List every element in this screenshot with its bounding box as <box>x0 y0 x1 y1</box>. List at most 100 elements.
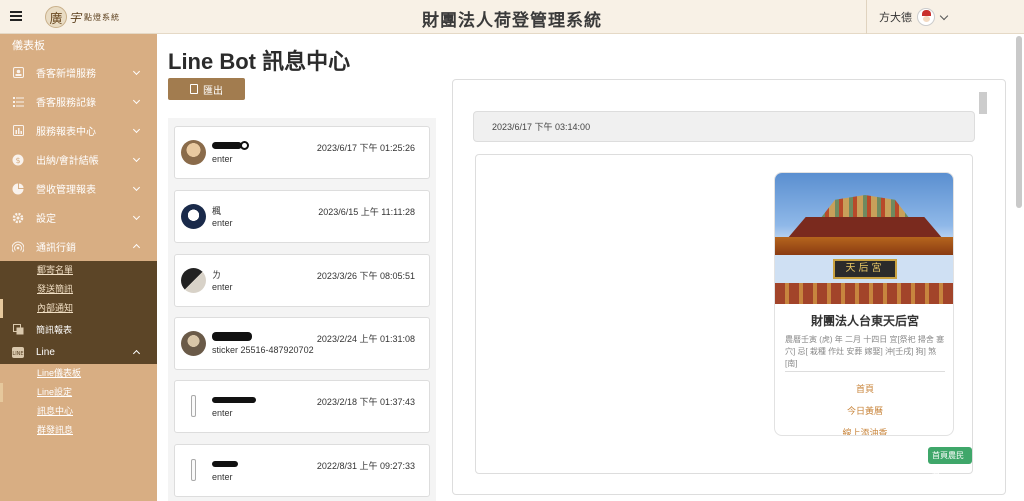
submenu-internal-notice[interactable]: 內部通知 <box>0 299 157 318</box>
chevron-down-icon <box>132 67 141 76</box>
sidebar-item-label: 出納/會計結帳 <box>36 156 99 167</box>
sidebar-item-label: 營收管理報表 <box>36 185 96 196</box>
contact-name <box>212 458 238 468</box>
list-icon <box>12 96 24 108</box>
message-time: 2022/8/31 上午 09:27:33 <box>316 461 415 471</box>
temple-plaque: 天后宮 <box>833 259 897 279</box>
list-item[interactable]: 楓 enter 2023/6/15 上午 11:11:28 <box>174 190 430 243</box>
card-title: 財團法人台東天后宮 <box>810 314 919 328</box>
contact-name <box>212 394 256 404</box>
person-card-icon <box>12 67 24 79</box>
svg-text:$: $ <box>15 156 20 165</box>
message-time: 2023/6/15 上午 11:11:28 <box>318 207 415 217</box>
sidebar-item-label: 香客服務記錄 <box>36 98 96 109</box>
card-description: 農曆壬寅 (虎) 年 二月 十四日 宜[祭祀 掃舍 塞穴] 忌[ 栽種 作灶 安… <box>785 335 945 368</box>
bar-chart-icon <box>12 125 24 137</box>
sidebar-item-cashier[interactable]: $ 出納/會計結帳 <box>0 145 157 174</box>
roof-ornament <box>820 195 910 219</box>
chat-message: 2023/6/17 下午 03:14:00 <box>473 111 975 142</box>
avatar <box>181 140 206 165</box>
chevron-up-icon <box>132 243 141 252</box>
list-item[interactable]: enter 2023/6/17 下午 01:25:26 <box>174 126 430 179</box>
message-time: 2023/3/26 下午 08:05:51 <box>316 271 415 281</box>
phone-icon <box>191 459 196 481</box>
top-bar: 廣 宇 點燈系統 財團法人荷登管理系統 方大德 <box>0 0 1024 34</box>
chevron-down-icon <box>132 125 141 134</box>
redaction <box>212 332 252 342</box>
redaction <box>212 396 256 403</box>
submenu-send-sms[interactable]: 發送簡訊 <box>0 280 157 299</box>
page-scrollbar[interactable] <box>1016 36 1022 208</box>
divider <box>785 371 945 372</box>
submenu-line-dashboard[interactable]: Line儀表板 <box>0 364 157 383</box>
sidebar-item-label: Line <box>36 347 55 358</box>
chevron-down-icon <box>132 212 141 221</box>
message-time: 2023/2/18 下午 01:37:43 <box>316 397 415 407</box>
sidebar-item-label: 簡訊報表 <box>36 325 73 335</box>
export-button[interactable]: 匯出 <box>168 78 245 100</box>
quick-reply-tag[interactable]: 首頁農民曆 <box>928 447 972 477</box>
redaction <box>212 460 238 467</box>
dollar-icon: $ <box>12 154 24 166</box>
pie-chart-icon <box>12 183 24 195</box>
redaction <box>212 142 242 150</box>
sidebar-item-label: 服務報表中心 <box>36 127 96 138</box>
sidebar: 儀表板 香客新增服務 香客服務記錄 服務報表中心 $ 出納/會計結帳 營收管理報… <box>0 34 157 501</box>
export-label: 匯出 <box>203 85 223 97</box>
list-item[interactable]: enter 2023/2/18 下午 01:37:43 <box>174 380 430 433</box>
sidebar-item-label: 香客新增服務 <box>36 69 96 80</box>
temple-eave <box>775 237 953 255</box>
gear-icon <box>12 212 24 224</box>
card-link-almanac[interactable]: 今日黃曆 <box>775 404 953 417</box>
sidebar-item-label: 通訊行銷 <box>36 243 76 254</box>
line-icon: LINE <box>12 347 24 359</box>
list-item[interactable]: enter 2022/8/31 上午 09:27:33 <box>174 444 430 497</box>
submenu-group-message[interactable]: 群發訊息 <box>0 421 157 440</box>
broadcast-icon <box>12 241 24 253</box>
sidebar-item-service-records[interactable]: 香客服務記錄 <box>0 87 157 116</box>
card-link-home[interactable]: 首頁 <box>775 382 953 395</box>
message-time: 2023/6/17 下午 03:14:00 <box>492 122 591 132</box>
conversation-list: enter 2023/6/17 下午 01:25:26 楓 enter 2023… <box>168 118 436 501</box>
phone-icon <box>191 395 196 417</box>
submenu-message-center[interactable]: 訊息中心 <box>0 402 157 421</box>
sidebar-item-marketing[interactable]: 通訊行銷 <box>0 232 157 261</box>
list-item[interactable]: ㄌ enter 2023/3/26 下午 08:05:51 <box>174 254 430 307</box>
sidebar-item-add-service[interactable]: 香客新增服務 <box>0 58 157 87</box>
sidebar-item-report-center[interactable]: 服務報表中心 <box>0 116 157 145</box>
chevron-down-icon <box>132 154 141 163</box>
message-time: 2023/2/24 上午 01:31:08 <box>316 334 415 344</box>
message-preview: enter <box>212 282 233 292</box>
list-item[interactable]: sticker 25516-487920702 2023/2/24 上午 01:… <box>174 317 430 370</box>
file-icon <box>190 84 198 94</box>
message-preview: enter <box>212 472 233 482</box>
sidebar-item-sms-report[interactable]: 簡訊報表 <box>0 318 157 341</box>
user-name: 方大德 <box>879 12 912 24</box>
message-time: 2023/6/17 下午 01:25:26 <box>316 143 415 153</box>
message-preview: enter <box>212 218 233 228</box>
avatar <box>181 331 206 356</box>
flex-message-card: 天后宮 財團法人台東天后宮 農曆壬寅 (虎) 年 二月 十四日 宜[祭祀 掃舍 … <box>774 172 954 436</box>
temple-image: 天后宮 <box>775 173 953 304</box>
temple-wall <box>775 283 953 304</box>
svg-text:LINE: LINE <box>12 351 23 357</box>
avatar <box>917 8 935 26</box>
sidebar-item-revenue[interactable]: 營收管理報表 <box>0 174 157 203</box>
message-preview: enter <box>212 154 233 164</box>
temple-roof <box>787 217 943 239</box>
message-preview: sticker 25516-487920702 <box>212 345 314 355</box>
chat-message: 天后宮 財團法人台東天后宮 農曆壬寅 (虎) 年 二月 十四日 宜[祭祀 掃舍 … <box>475 154 973 477</box>
chevron-down-icon <box>132 183 141 192</box>
chevron-down-icon <box>939 11 949 20</box>
card-link-donate[interactable]: 線上添油香 <box>775 426 953 435</box>
avatar <box>181 204 206 229</box>
sidebar-item-dashboard[interactable]: 儀表板 <box>0 34 157 58</box>
sidebar-item-settings[interactable]: 設定 <box>0 203 157 232</box>
submenu-line-settings[interactable]: Line設定 <box>0 383 157 402</box>
page-title: Line Bot 訊息中心 <box>168 49 351 74</box>
chat-scrollbar[interactable] <box>979 92 987 114</box>
user-menu[interactable]: 方大德 <box>866 0 1024 34</box>
submenu-mailing-list[interactable]: 郵寄名單 <box>0 261 157 280</box>
sidebar-item-line[interactable]: LINE Line <box>0 341 157 364</box>
chat-panel[interactable]: 2023/6/17 下午 03:14:00 天后宮 財團法人台東天后宮 農曆壬寅… <box>452 79 1006 495</box>
